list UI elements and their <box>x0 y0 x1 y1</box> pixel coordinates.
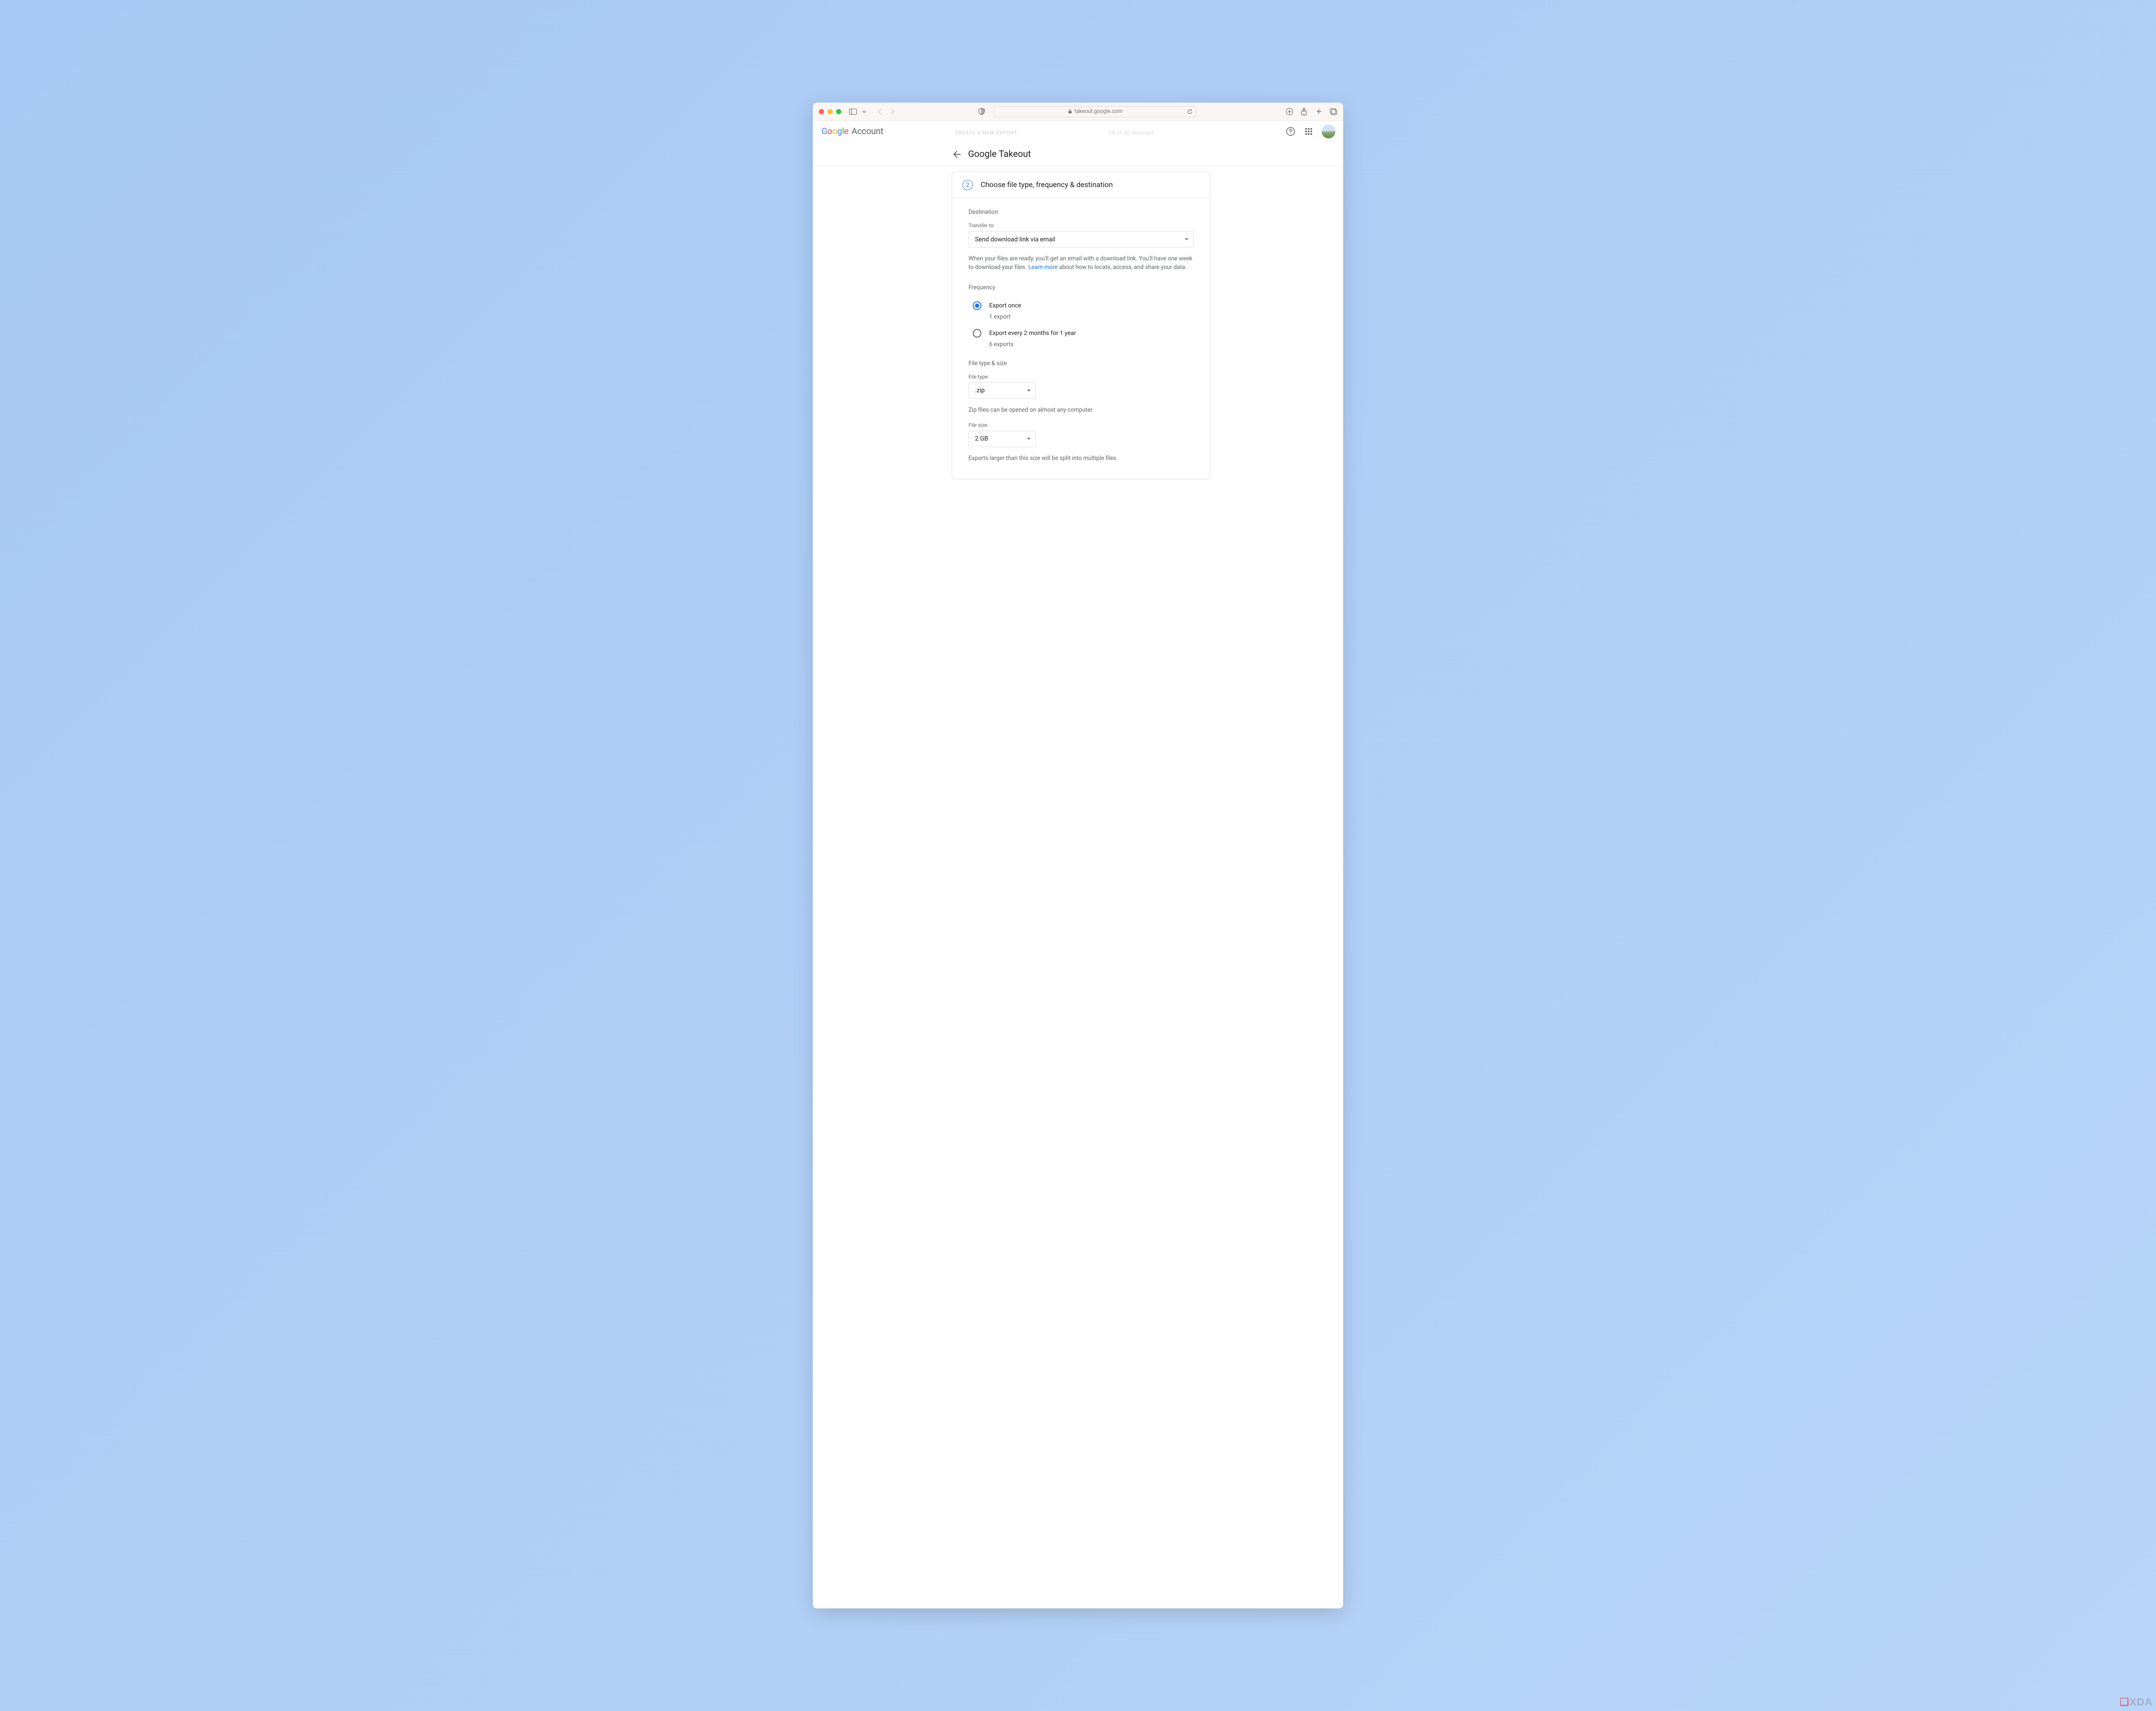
faded-previous-step: CREATE A NEW EXPORT 50 of 50 selected <box>813 123 1343 142</box>
content-area: 2 Choose file type, frequency & destinat… <box>813 166 1343 1608</box>
xda-watermark: ❑XDA <box>2120 1696 2153 1708</box>
browser-titlebar: takeout.google.com <box>813 103 1343 121</box>
transfer-to-select[interactable]: Send download link via email <box>968 231 1194 247</box>
frequency-bimonthly-subtext: 6 exports <box>989 341 1194 348</box>
file-size-select[interactable]: 2 GB <box>968 431 1036 447</box>
maximize-window-button[interactable] <box>836 109 841 114</box>
nav-back-icon[interactable] <box>876 108 884 116</box>
window-controls <box>819 109 841 114</box>
file-type-label: File type: <box>968 374 1194 380</box>
frequency-option-once[interactable]: Export once <box>968 298 1194 310</box>
frequency-option-bimonthly[interactable]: Export every 2 months for 1 year <box>968 325 1194 338</box>
file-type-select[interactable]: .zip <box>968 382 1036 399</box>
export-step-card: 2 Choose file type, frequency & destinat… <box>952 172 1210 479</box>
nav-forward-icon[interactable] <box>889 108 896 116</box>
caret-down-icon <box>1027 438 1031 440</box>
file-size-value: 2 GB <box>975 435 988 442</box>
page-subheader: CREATE A NEW EXPORT 50 of 50 selected Go… <box>813 142 1343 166</box>
frequency-once-label: Export once <box>989 302 1021 309</box>
file-size-help: Exports larger than this size will be sp… <box>968 454 1194 463</box>
share-icon[interactable] <box>1300 108 1308 116</box>
reload-icon[interactable] <box>1187 109 1193 115</box>
address-bar[interactable]: takeout.google.com <box>994 106 1197 117</box>
minimize-window-button[interactable] <box>827 109 833 114</box>
caret-down-icon <box>1027 389 1031 391</box>
url-text: takeout.google.com <box>1075 108 1122 115</box>
privacy-shield-icon[interactable] <box>978 108 985 116</box>
step-number-badge: 2 <box>962 180 973 190</box>
card-header: 2 Choose file type, frequency & destinat… <box>952 172 1210 198</box>
downloads-icon[interactable] <box>1285 108 1293 116</box>
radio-checked-icon <box>973 301 981 310</box>
filetype-heading: File type & size <box>968 360 1194 367</box>
card-title: Choose file type, frequency & destinatio… <box>981 181 1113 189</box>
tab-overview-icon[interactable] <box>1329 108 1337 116</box>
chevron-down-icon[interactable] <box>860 108 868 116</box>
back-arrow-icon[interactable] <box>952 149 962 160</box>
transfer-to-value: Send download link via email <box>975 236 1055 243</box>
frequency-heading: Frequency <box>968 284 1194 291</box>
file-type-value: .zip <box>975 387 985 394</box>
caret-down-icon <box>1185 238 1189 241</box>
frequency-once-subtext: 1 export <box>989 313 1194 320</box>
file-type-help: Zip files can be opened on almost any co… <box>968 406 1194 414</box>
new-tab-icon[interactable] <box>1315 108 1322 116</box>
close-window-button[interactable] <box>819 109 824 114</box>
frequency-bimonthly-label: Export every 2 months for 1 year <box>989 330 1076 337</box>
sidebar-toggle-icon[interactable] <box>849 108 857 116</box>
destination-help-text: When your files are ready, you'll get an… <box>968 254 1194 272</box>
browser-window: takeout.google.com Google Account <box>813 103 1343 1608</box>
transfer-to-label: Transfer to: <box>968 222 1194 228</box>
destination-heading: Destination <box>968 209 1194 216</box>
radio-unchecked-icon <box>973 329 981 338</box>
page-title: Google Takeout <box>968 149 1031 160</box>
lock-icon <box>1068 109 1072 114</box>
learn-more-link[interactable]: Learn more <box>1028 264 1058 271</box>
file-size-label: File size: <box>968 422 1194 428</box>
